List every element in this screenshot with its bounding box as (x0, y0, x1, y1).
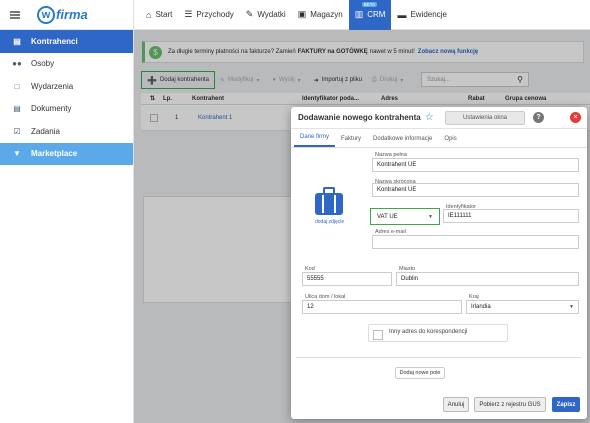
country-select[interactable]: Irlandia ▼ (466, 300, 579, 314)
cancel-button[interactable]: Anuluj (443, 397, 469, 412)
nav-przychody[interactable]: ☰ Przychody (178, 0, 239, 30)
menu-icon[interactable] (10, 10, 20, 19)
country-value: Irlandia (471, 304, 491, 310)
sidebar-item-label: Kontrahenci (31, 36, 78, 46)
modal-title: Dodawanie nowego kontrahenta (298, 113, 421, 122)
nav-label: Wydatki (257, 10, 286, 19)
identifier-field[interactable]: IE111111 (443, 209, 579, 223)
street-field[interactable]: 12 (302, 300, 462, 314)
documents-icon: ▤ (13, 104, 21, 114)
add-field-button[interactable]: Dodaj nowe pole (395, 367, 445, 379)
sidebar-item-dokumenty[interactable]: ▤ Dokumenty (0, 98, 133, 121)
nav-label: Start (155, 10, 173, 19)
home-icon: ⌂ (146, 9, 152, 20)
add-photo-link[interactable]: dodaj zdjęcie (315, 219, 344, 225)
tab-company-data[interactable]: Dane firmy (294, 134, 336, 147)
sidebar-item-zadania[interactable]: ☑ Zadania (0, 120, 133, 143)
modal-header: Dodawanie nowego kontrahenta ☆ Ustawieni… (291, 107, 587, 129)
close-icon[interactable]: × (570, 112, 581, 123)
folder-icon: ▬ (397, 9, 407, 20)
chevron-down-icon: ▼ (428, 213, 433, 220)
postcode-field[interactable]: 55555 (302, 272, 392, 286)
save-button[interactable]: Zapisz (552, 397, 580, 412)
sidebar-header: w firma (0, 0, 133, 30)
top-nav: ⌂ Start ☰ Przychody ✎ Wydatki ▣ Magazyn BETA… (134, 0, 590, 30)
sidebar-item-label: Marketplace (31, 149, 78, 159)
vat-type-select[interactable]: VAT UE ▼ (373, 210, 437, 223)
logo-mark: w (37, 5, 55, 24)
email-field[interactable] (372, 235, 579, 249)
expenses-icon: ✎ (245, 9, 254, 19)
help-icon[interactable]: ? (533, 112, 544, 123)
beta-badge: BETA (361, 1, 378, 7)
nav-label: Przychody (196, 10, 234, 19)
sidebar-item-wydarzenia[interactable]: □ Wydarzenia (0, 75, 133, 98)
nav-start[interactable]: ⌂ Start (140, 0, 178, 30)
other-address-label: Inny adres do korespondencji (389, 329, 468, 335)
tab-description[interactable]: Opis (438, 136, 462, 147)
tab-additional-info[interactable]: Dodatkowe informacje (367, 136, 438, 147)
gus-import-button[interactable]: Pobierz z rejestru GUS (474, 397, 546, 412)
tasks-icon: ☑ (13, 126, 21, 136)
nav-label: Ewidencje (410, 10, 447, 19)
nav-label: CRM (367, 10, 386, 19)
nav-wydatki[interactable]: ✎ Wydatki (240, 0, 292, 30)
sidebar-item-label: Dokumenty (31, 104, 72, 114)
crm-icon: ▥ (354, 9, 364, 19)
divider (296, 357, 581, 358)
logo[interactable]: w firma (37, 5, 88, 24)
vat-type-value: VAT UE (377, 213, 398, 220)
id-card-icon: ▤ (13, 36, 21, 46)
window-settings-button[interactable]: Ustawienia okna (445, 111, 525, 125)
nav-magazyn[interactable]: ▣ Magazyn (292, 0, 349, 30)
warehouse-icon: ▣ (297, 9, 307, 19)
sidebar-item-marketplace[interactable]: ▼ Marketplace (0, 142, 133, 165)
cart-icon: ▼ (13, 149, 21, 159)
sidebar-item-label: Zadania (31, 126, 60, 136)
income-icon: ☰ (184, 9, 193, 19)
sidebar-item-osoby[interactable]: ●● Osoby (0, 53, 133, 76)
users-icon: ●● (12, 59, 22, 69)
sidebar: w firma ▤ Kontrahenci ●● Osoby □ Wydarzenia… (0, 0, 134, 423)
sidebar-item-kontrahenci[interactable]: ▤ Kontrahenci (0, 30, 133, 53)
sidebar-item-label: Wydarzenia (31, 81, 74, 91)
full-name-field[interactable]: Kontrahent UE (372, 158, 579, 172)
city-field[interactable]: Dublin (396, 272, 579, 286)
short-name-field[interactable]: Kontrahent UE (372, 183, 579, 197)
chevron-down-icon: ▼ (569, 304, 574, 310)
nav-crm[interactable]: BETA ▥ CRM (348, 0, 392, 30)
tab-invoices[interactable]: Faktury (335, 136, 367, 147)
nav-label: Magazyn (310, 10, 343, 19)
briefcase-icon[interactable] (315, 187, 343, 217)
star-icon[interactable]: ☆ (425, 112, 434, 123)
sidebar-item-label: Osoby (31, 59, 55, 69)
nav-ewidencje[interactable]: ▬ Ewidencje (391, 0, 452, 30)
logo-text: firma (56, 7, 88, 22)
modal-tabs: Dane firmy Faktury Dodatkowe informacje … (291, 129, 587, 148)
modal-footer: Anuluj Pobierz z rejestru GUS Zapisz (291, 391, 587, 419)
add-contractor-modal: Dodawanie nowego kontrahenta ☆ Ustawieni… (291, 107, 587, 419)
other-address-checkbox[interactable] (373, 330, 383, 340)
events-icon: □ (14, 81, 20, 91)
